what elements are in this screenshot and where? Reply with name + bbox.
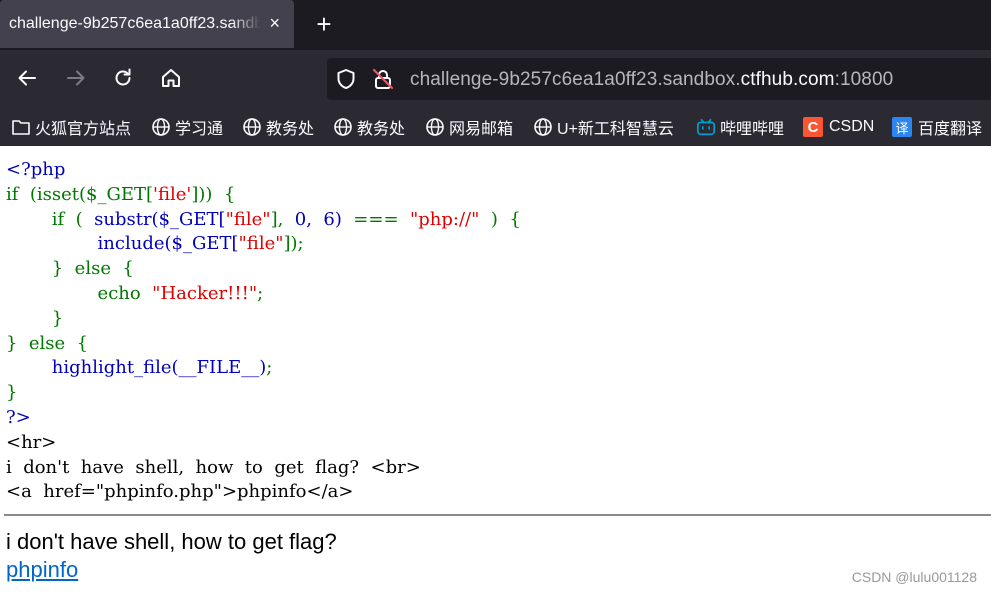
arrow-left-icon (18, 70, 36, 86)
code-string: "file" (225, 208, 271, 230)
html-a-open-source: <a href="phpinfo.php"> (6, 481, 238, 503)
bookmark-label: 哔哩哔哩 (720, 121, 785, 138)
code-else-keyword: else (17, 332, 66, 354)
arrow-right-icon (67, 70, 85, 86)
code-string: "file" (238, 233, 284, 255)
html-a-close-source: </a> (306, 481, 354, 503)
html-text-source: i don't have shell, how to get flag? (6, 456, 360, 478)
baidu-translate-icon: 译 (892, 117, 912, 137)
bookmark-label: 网易邮箱 (449, 121, 514, 138)
code-string: "Hacker!!!" (140, 282, 258, 304)
navigation-toolbar: challenge-9b257c6ea1a0ff23.sandbox.ctfhu… (0, 50, 991, 106)
phpinfo-link[interactable]: phpinfo (6, 557, 78, 583)
bookmarks-toolbar: 火狐官方站点 学习通 教务处 教务处 网易邮箱 U+新工科智慧云 哔哩哔哩 C … (0, 106, 991, 146)
bilibili-icon (696, 117, 716, 137)
code-if-keyword: if (6, 208, 65, 230)
code-brace: } (6, 307, 64, 329)
code-punct: ])) (191, 183, 213, 205)
reload-icon (115, 68, 131, 86)
bookmark-firefox-sites[interactable]: 火狐官方站点 (11, 116, 131, 138)
forward-button[interactable] (63, 65, 89, 91)
code-brace: } (6, 258, 64, 280)
code-brace: } (6, 332, 18, 354)
horizontal-rule (4, 514, 991, 516)
code-operator: === (341, 208, 399, 230)
new-tab-button[interactable]: + (310, 9, 338, 39)
bookmark-csdn[interactable]: C CSDN (803, 116, 874, 138)
globe-icon (333, 117, 353, 137)
globe-icon (425, 117, 445, 137)
back-button[interactable] (14, 65, 40, 91)
url-port: :10800 (834, 69, 894, 90)
code-substr-call: substr($_GET[ (82, 208, 226, 230)
bookmark-baidu-translate[interactable]: 译 百度翻译 (892, 116, 982, 138)
url-host-prefix: challenge-9b257c6ea1a0ff23.sandbox. (410, 69, 741, 90)
code-string: "php://" (398, 208, 480, 230)
reload-button[interactable] (110, 65, 136, 91)
tracking-shield-icon[interactable] (335, 68, 357, 90)
code-brace: } (6, 382, 18, 404)
bookmark-jiaowuchu-2[interactable]: 教务处 (333, 116, 405, 138)
code-punct: ; (266, 357, 273, 379)
csdn-watermark: CSDN @lulu001128 (851, 569, 977, 585)
bookmark-bilibili[interactable]: 哔哩哔哩 (696, 116, 784, 138)
bookmark-label: 教务处 (266, 121, 315, 138)
bookmark-xuexitong[interactable]: 学习通 (151, 116, 223, 138)
address-bar[interactable]: challenge-9b257c6ea1a0ff23.sandbox.ctfhu… (327, 58, 991, 100)
html-br-source: <br> (359, 456, 421, 478)
globe-icon (242, 117, 262, 137)
globe-icon (151, 117, 171, 137)
bookmark-label: CSDN (829, 118, 875, 135)
code-punct: ], (270, 208, 284, 230)
code-include-call: include($_GET[ (6, 233, 239, 255)
html-hr-source: <hr> (6, 431, 57, 453)
tab-strip: challenge-9b257c6ea1a0ff23.sandbox.ctfhu… (0, 0, 991, 50)
code-isset-call: (isset($_GET[ (18, 183, 154, 205)
tab-close-icon[interactable]: × (269, 13, 280, 33)
bookmark-jiaowuchu-1[interactable]: 教务处 (242, 116, 314, 138)
home-icon (162, 69, 180, 87)
page-message: i don't have shell, how to get flag? (6, 529, 337, 554)
url-text[interactable]: challenge-9b257c6ea1a0ff23.sandbox.ctfhu… (410, 69, 893, 91)
bookmark-label: 火狐官方站点 (35, 121, 132, 138)
php-close-tag: ?> (6, 406, 31, 428)
code-brace: { (110, 258, 134, 280)
bookmark-label: 教务处 (357, 121, 406, 138)
csdn-icon: C (803, 117, 823, 137)
code-echo-keyword: echo (6, 282, 141, 304)
code-punct: ( (64, 208, 83, 230)
globe-icon (533, 117, 553, 137)
code-string: 'file' (153, 183, 192, 205)
bookmark-label: U+新工科智慧云 (557, 121, 674, 138)
home-button[interactable] (158, 65, 184, 91)
bookmark-u-plus-cloud[interactable]: U+新工科智慧云 (533, 116, 674, 138)
code-highlight-file-call: highlight_file(__FILE__) (6, 357, 267, 379)
bookmark-label: 学习通 (175, 121, 224, 138)
code-brace: { (212, 183, 236, 205)
code-punct: ]); (283, 233, 304, 255)
active-tab[interactable]: challenge-9b257c6ea1a0ff23.sandbox.ctfhu… (0, 0, 294, 48)
code-args: 0, 6) (283, 208, 342, 230)
insecure-lock-icon[interactable] (371, 67, 395, 91)
bookmark-label: 百度翻译 (918, 121, 983, 138)
code-if-keyword: if (6, 183, 19, 205)
html-a-text-source: phpinfo (237, 481, 307, 503)
code-brace: ) { (479, 208, 521, 230)
code-brace: { (65, 332, 89, 354)
code-else-keyword: else (63, 258, 111, 280)
folder-icon (11, 117, 31, 137)
highlighted-php-source: <?php if (isset($_GET['file'])) { if ( s… (6, 158, 986, 505)
php-open-tag: <?php (6, 159, 66, 180)
tab-title: challenge-9b257c6ea1a0ff23.sandbox.ctfhu… (9, 15, 261, 32)
code-punct: ; (257, 282, 264, 304)
url-domain: ctfhub.com (740, 69, 835, 90)
bookmark-163-mail[interactable]: 网易邮箱 (425, 116, 513, 138)
